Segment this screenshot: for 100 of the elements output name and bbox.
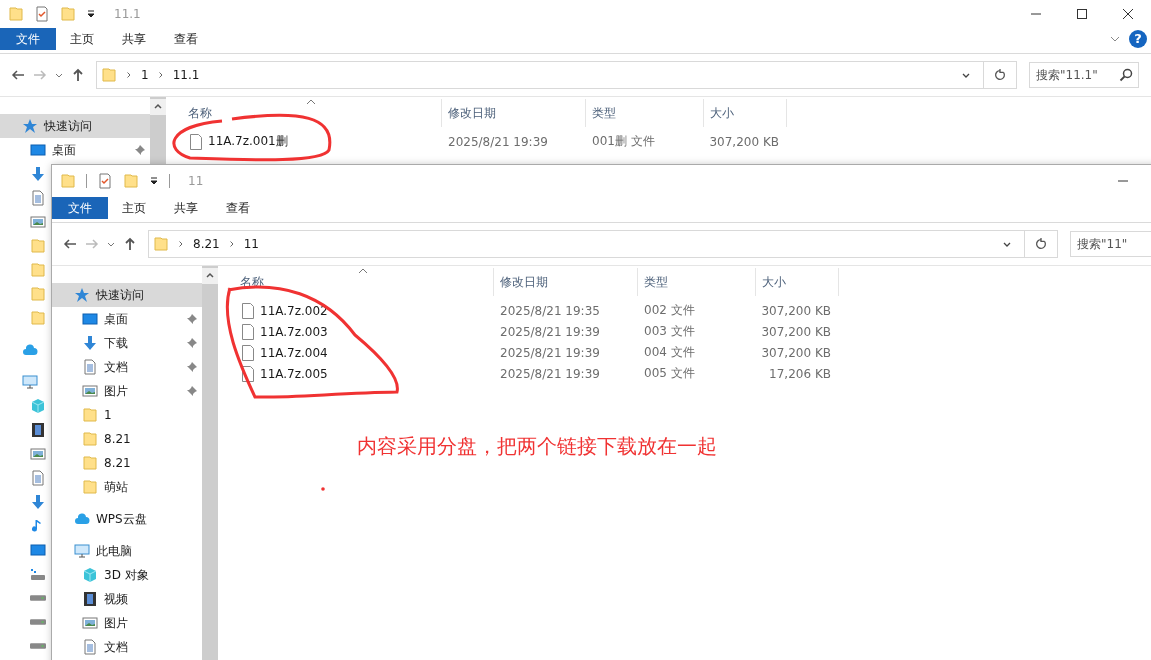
drive-icon (30, 643, 46, 649)
picture-icon (30, 446, 46, 462)
nav-label: WPS云盘 (96, 510, 147, 528)
ribbon-tab[interactable]: 文件 (52, 197, 108, 219)
nav-item[interactable]: 文档 (52, 635, 202, 659)
down-arrow-icon (82, 335, 98, 351)
file-icon (242, 365, 254, 382)
file-name[interactable]: 11A.7z.003 (260, 324, 328, 339)
nav-item[interactable]: 视频 (52, 587, 202, 611)
picture-icon (82, 615, 98, 631)
breadcrumb-item[interactable]: 1 (141, 68, 149, 82)
address-bar[interactable]: 8.21 11 (148, 230, 1025, 258)
nav-label: 3D 对象 (104, 566, 149, 584)
nav-item[interactable]: WPS云盘 (52, 507, 202, 531)
breadcrumb-item[interactable]: 8.21 (193, 237, 220, 251)
column-header[interactable]: 大小 (756, 268, 839, 296)
nav-label: 视频 (104, 590, 128, 608)
file-name[interactable]: 11A.7z.001删 (208, 133, 288, 150)
down-arrow-icon (30, 494, 46, 510)
folder-icon (30, 286, 46, 302)
nav-item[interactable]: 8.21 (52, 451, 202, 475)
cloud-icon (22, 342, 38, 358)
nav-item[interactable]: 8.21 (52, 427, 202, 451)
nav-item[interactable]: 快速访问 (52, 283, 202, 307)
column-header[interactable]: 类型 (638, 268, 756, 296)
breadcrumb-chevron-icon (179, 241, 183, 247)
nav-item[interactable]: 下载 (52, 331, 202, 355)
help-button[interactable]: ? (1129, 30, 1147, 48)
folder-icon (82, 479, 98, 495)
nav-item[interactable]: 此电脑 (52, 539, 202, 563)
down-arrow-icon (30, 166, 46, 182)
nav-item[interactable]: 萌站 (52, 475, 202, 499)
ribbon-tab[interactable]: 主页 (108, 197, 160, 219)
nav-label: 萌站 (104, 478, 128, 496)
breadcrumb-item[interactable]: 11.1 (172, 68, 200, 82)
nav-item[interactable]: 图片 (52, 611, 202, 635)
folder-icon (101, 67, 117, 83)
ribbon-tab[interactable]: 主页 (56, 28, 108, 50)
column-header[interactable]: 修改日期 (442, 99, 586, 127)
nav-item[interactable]: 桌面 (0, 138, 150, 162)
ribbon-tab[interactable]: 查看 (160, 28, 212, 50)
file-icon (242, 302, 254, 319)
up-caret-icon[interactable] (202, 268, 218, 284)
nav-label: 桌面 (52, 141, 76, 159)
document-icon (82, 359, 98, 375)
refresh-icon[interactable] (1034, 237, 1048, 251)
up-caret-icon[interactable] (150, 99, 166, 115)
computer-icon (22, 374, 38, 390)
column-header[interactable]: 类型 (586, 99, 704, 127)
sort-caret-icon (306, 99, 316, 105)
cube-icon (82, 567, 98, 583)
nav-item[interactable]: 桌面 (52, 307, 202, 331)
date-cell-text: 2025/8/21 19:39 (447, 134, 549, 149)
star-icon (74, 287, 90, 303)
search-field[interactable]: 搜索"11" (1070, 231, 1151, 257)
type-cell-text: 003 文件 (643, 323, 696, 340)
file-name[interactable]: 11A.7z.005 (260, 366, 328, 381)
ribbon-tab[interactable]: 文件 (0, 28, 56, 50)
film-icon (30, 422, 46, 438)
properties-icon[interactable] (34, 6, 50, 22)
search-field[interactable]: 搜索"11.1" (1029, 62, 1139, 88)
dropdown-icon[interactable] (149, 176, 159, 186)
address-bar[interactable]: 1 11.1 (96, 61, 984, 89)
nav-item[interactable]: 图片 (52, 379, 202, 403)
file-name[interactable]: 11A.7z.002 (260, 303, 328, 318)
folder-icon (123, 173, 139, 189)
type-cell-text: 004 文件 (643, 344, 696, 361)
nav-label: 图片 (104, 382, 128, 400)
properties-icon[interactable] (97, 173, 113, 189)
size-cell-text: 307,200 KB (760, 303, 832, 318)
column-header[interactable]: 修改日期 (494, 268, 638, 296)
nav-item[interactable]: 快速访问 (0, 114, 150, 138)
column-header[interactable]: 大小 (704, 99, 787, 127)
refresh-icon[interactable] (993, 68, 1007, 82)
breadcrumb-chevron-icon (127, 72, 131, 78)
type-cell-text: 002 文件 (643, 302, 696, 319)
breadcrumb-item[interactable]: 11 (243, 237, 259, 251)
scrollbar[interactable] (202, 266, 218, 660)
ribbon-tab[interactable]: 共享 (160, 197, 212, 219)
ribbon-tab[interactable]: 查看 (212, 197, 264, 219)
search-icon (1119, 68, 1133, 82)
picture-icon (30, 214, 46, 230)
monitor-icon (30, 542, 46, 558)
monitor-icon (82, 311, 98, 327)
file-icon (190, 133, 202, 150)
column-header[interactable]: 名称 (166, 99, 442, 127)
folder-icon (82, 431, 98, 447)
computer-icon (74, 543, 90, 559)
folder-icon (82, 455, 98, 471)
ribbon-tab[interactable]: 共享 (108, 28, 160, 50)
file-icon (242, 323, 254, 340)
nav-item[interactable]: 3D 对象 (52, 563, 202, 587)
file-name[interactable]: 11A.7z.004 (260, 345, 328, 360)
nav-item[interactable]: 1 (52, 403, 202, 427)
dropdown-icon[interactable] (86, 9, 96, 19)
breadcrumb-chevron-icon (158, 72, 163, 78)
folder-icon (30, 310, 46, 326)
folder-icon (30, 262, 46, 278)
nav-item[interactable]: 文档 (52, 355, 202, 379)
nav-label: 下载 (104, 334, 128, 352)
